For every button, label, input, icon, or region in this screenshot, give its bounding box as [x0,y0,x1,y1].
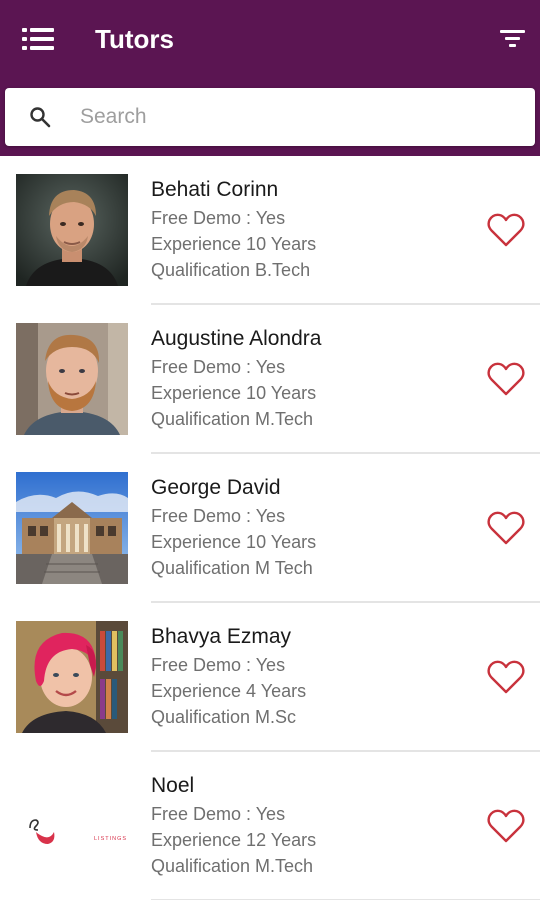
heart-outline-icon[interactable] [486,808,526,844]
list-item[interactable]: Behati Corinn Free Demo : Yes Experience… [0,156,540,305]
avatar [16,472,128,584]
filter-button[interactable] [497,26,529,52]
logo-text: LISTINGS [94,836,127,842]
qualification-text: Qualification M.Tech [151,409,314,429]
tutor-name: Noel [151,774,195,797]
list-item[interactable]: LISTINGS Noel Free Demo : Yes Experience… [0,752,540,900]
free-demo-text: Free Demo : Yes [151,804,286,824]
list-item[interactable]: Bhavya Ezmay Free Demo : Yes Experience … [0,603,540,752]
tutor-name: George David [151,476,281,499]
free-demo-text: Free Demo : Yes [151,208,286,228]
experience-text: Experience 4 Years [151,681,307,701]
heart-outline-icon[interactable] [486,361,526,397]
experience-text: Experience 10 Years [151,234,317,254]
listings-logo: LISTINGS [16,770,128,882]
free-demo-text: Free Demo : Yes [151,506,286,526]
heart-outline-icon[interactable] [486,212,526,248]
filter-icon [500,30,525,47]
qualification-text: Qualification M Tech [151,558,313,578]
search-icon [30,107,51,128]
tutor-name: Bhavya Ezmay [151,625,292,648]
qualification-text: Qualification M.Sc [151,707,297,727]
avatar [16,323,128,435]
tutor-name: Behati Corinn [151,178,279,201]
page-title: Tutors [95,24,174,54]
list-item[interactable]: Augustine Alondra Free Demo : Yes Experi… [0,305,540,454]
heart-outline-icon[interactable] [486,659,526,695]
search-input[interactable] [80,97,520,137]
heart-outline-icon[interactable] [486,510,526,546]
tutor-list: Behati Corinn Free Demo : Yes Experience… [0,156,540,900]
experience-text: Experience 10 Years [151,532,317,552]
qualification-text: Qualification B.Tech [151,260,311,280]
avatar: LISTINGS [16,770,128,882]
qualification-text: Qualification M.Tech [151,856,314,876]
avatar [16,174,128,286]
list-item[interactable]: George David Free Demo : Yes Experience … [0,454,540,603]
list-menu-icon [22,28,54,50]
tutor-name: Augustine Alondra [151,327,322,350]
experience-text: Experience 12 Years [151,830,317,850]
menu-button[interactable] [20,24,58,54]
free-demo-text: Free Demo : Yes [151,357,286,377]
experience-text: Experience 10 Years [151,383,317,403]
avatar [16,621,128,733]
free-demo-text: Free Demo : Yes [151,655,286,675]
